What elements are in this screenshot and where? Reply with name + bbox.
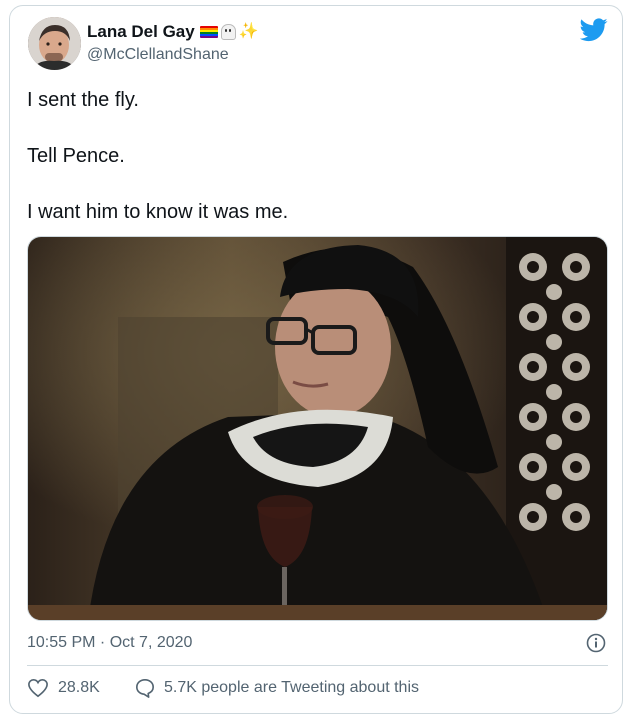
heart-icon xyxy=(28,678,48,698)
tweeting-about-count: 5.7K people are Tweeting about this xyxy=(164,679,419,696)
info-icon[interactable] xyxy=(586,633,606,653)
like-count: 28.8K xyxy=(58,679,100,696)
sparkles-icon: ✨ xyxy=(238,23,259,40)
tweet-text-line-2: Tell Pence. xyxy=(27,145,125,167)
avatar-portrait xyxy=(28,17,81,70)
display-name[interactable]: Lana Del Gay xyxy=(87,22,195,42)
ghost-icon xyxy=(220,24,236,40)
comment-bubble-icon xyxy=(136,679,154,698)
tweet-text-line-3: I want him to know it was me. xyxy=(27,201,289,223)
author-name-row[interactable]: Lana Del Gay ✨ xyxy=(87,22,259,42)
tweet-photo-illustration xyxy=(28,237,607,620)
tweet-timestamp[interactable]: 10:55 PM · Oct 7, 2020 xyxy=(27,634,192,652)
divider xyxy=(27,665,608,666)
name-emojis: ✨ xyxy=(199,23,259,40)
like-action[interactable]: 28.8K xyxy=(27,678,100,698)
twitter-bird-icon[interactable] xyxy=(580,18,608,42)
avatar[interactable] xyxy=(28,17,81,70)
tweet-image[interactable] xyxy=(27,236,608,621)
user-handle[interactable]: @McClellandShane xyxy=(87,46,229,64)
conversation-action[interactable]: 5.7K people are Tweeting about this xyxy=(135,678,419,698)
rainbow-flag-icon xyxy=(199,26,218,38)
tweet-text-line-1: I sent the fly. xyxy=(27,89,139,111)
